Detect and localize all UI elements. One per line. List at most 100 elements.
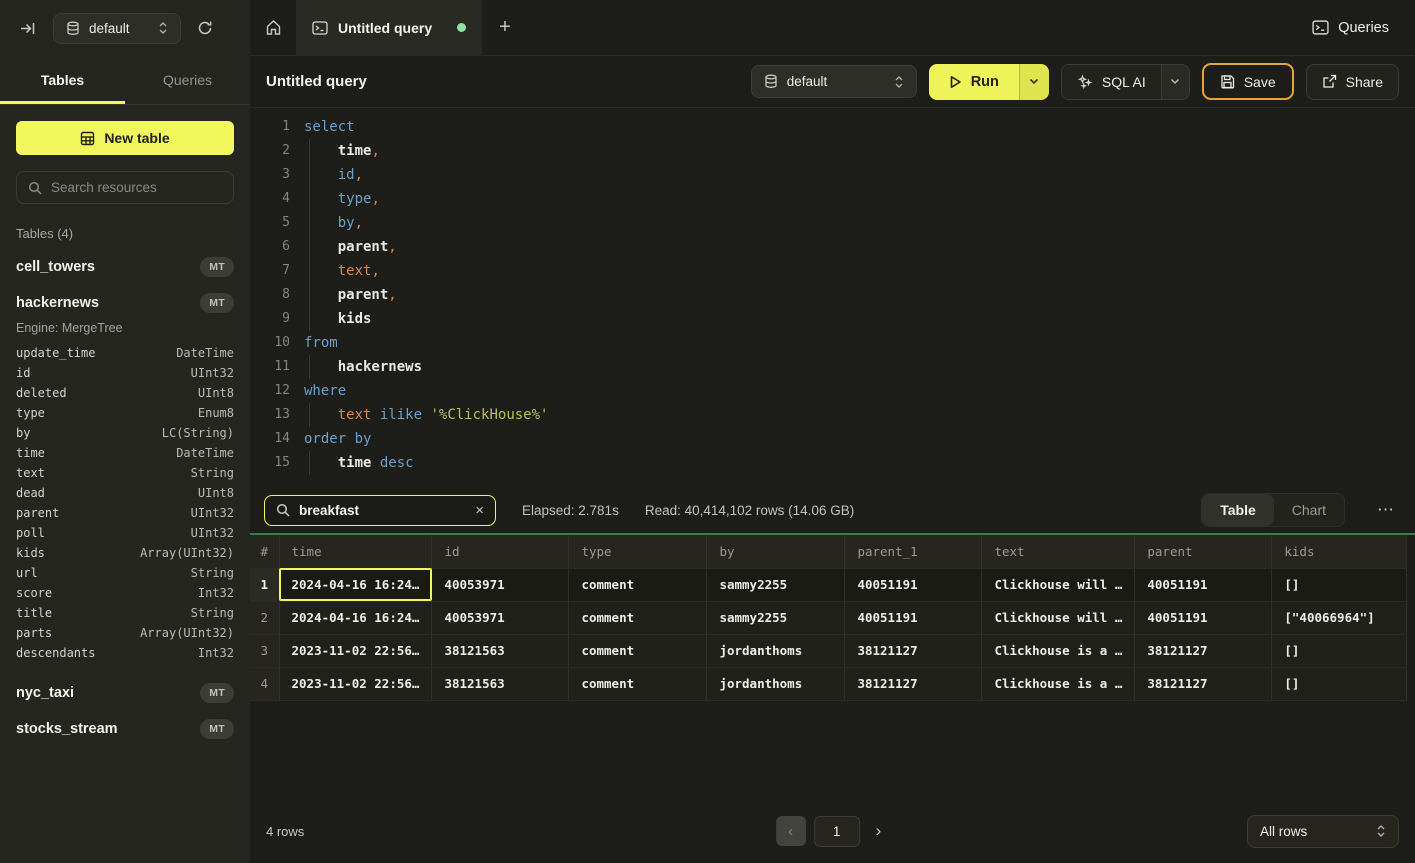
table-cell[interactable]: 40051191 [1135,568,1272,601]
table-cell[interactable]: Clickhouse will … [982,568,1135,601]
new-tab-button[interactable]: + [482,0,528,55]
column-row[interactable]: byLC(String) [16,423,234,443]
column-header-type[interactable]: type [569,535,707,568]
table-cell[interactable]: 2024-04-16 16:24… [279,601,432,634]
code-line[interactable]: 13 text ilike '%ClickHouse%' [250,403,1415,427]
table-cell[interactable]: 38121127 [1135,634,1272,667]
sidebar-tab-tables[interactable]: Tables [0,56,125,104]
column-row[interactable]: parentUInt32 [16,503,234,523]
table-cell[interactable]: jordanthoms [707,667,845,700]
column-header-time[interactable]: time [279,535,432,568]
clear-filter-icon[interactable]: × [475,503,484,518]
run-button[interactable]: Run [929,64,1019,100]
code-line[interactable]: 9 kids [250,307,1415,331]
column-header-parent[interactable]: parent [1135,535,1272,568]
sidebar-tab-queries[interactable]: Queries [125,56,250,104]
sidebar-table-stocks-stream[interactable]: stocks_stream MT [16,719,234,739]
results-filter-input[interactable] [299,503,466,518]
view-toggle-table[interactable]: Table [1202,494,1274,526]
table-cell[interactable]: 2023-11-02 22:56… [279,667,432,700]
code-line[interactable]: 12where [250,379,1415,403]
column-row[interactable]: urlString [16,563,234,583]
sidebar-table-hackernews[interactable]: hackernews MT [16,293,234,313]
code-line[interactable]: 10from [250,331,1415,355]
table-cell[interactable]: 38121127 [845,667,982,700]
sqlai-options-button[interactable] [1161,65,1189,99]
sql-editor[interactable]: 1select2 time,3 id,4 type,5 by,6 parent,… [250,108,1415,487]
run-options-button[interactable] [1019,64,1049,100]
share-button[interactable]: Share [1306,64,1399,100]
column-header-kids[interactable]: kids [1272,535,1407,568]
more-options-icon[interactable]: ⋯ [1371,496,1401,524]
table-cell[interactable]: jordanthoms [707,634,845,667]
code-line[interactable]: 2 time, [250,139,1415,163]
table-cell[interactable]: 40051191 [1135,601,1272,634]
table-cell[interactable]: comment [569,568,707,601]
table-cell[interactable]: 38121563 [432,667,569,700]
queries-button[interactable]: Queries [1286,0,1415,55]
table-cell[interactable]: 40053971 [432,601,569,634]
prev-page-icon[interactable]: ‹ [776,816,806,846]
column-row[interactable]: scoreInt32 [16,583,234,603]
home-button[interactable] [250,0,296,55]
table-cell[interactable]: 2024-04-16 16:24… [279,568,432,601]
sqlai-button[interactable]: SQL AI [1062,65,1161,99]
column-row[interactable]: idUInt32 [16,363,234,383]
table-cell[interactable]: 38121127 [845,634,982,667]
column-header-id[interactable]: id [432,535,569,568]
view-toggle-chart[interactable]: Chart [1274,494,1344,526]
column-header-parent_1[interactable]: parent_1 [845,535,982,568]
code-line[interactable]: 6 parent, [250,235,1415,259]
column-row[interactable]: partsArray(UInt32) [16,623,234,643]
code-line[interactable]: 1select [250,115,1415,139]
sidebar-table-cell-towers[interactable]: cell_towers MT [16,257,234,277]
row-number-cell[interactable]: 3 [250,634,279,667]
refresh-icon[interactable] [191,14,219,42]
table-cell[interactable]: 40051191 [845,601,982,634]
code-line[interactable]: 3 id, [250,163,1415,187]
table-cell[interactable]: 2023-11-02 22:56… [279,634,432,667]
column-header-by[interactable]: by [707,535,845,568]
column-row[interactable]: update_timeDateTime [16,343,234,363]
table-cell[interactable]: [] [1272,634,1407,667]
page-size-select[interactable]: All rows [1247,815,1399,848]
column-row[interactable]: kidsArray(UInt32) [16,543,234,563]
code-line[interactable]: 5 by, [250,211,1415,235]
sidebar-search[interactable] [16,171,234,204]
results-filter[interactable]: × [264,495,496,526]
table-cell[interactable]: 40051191 [845,568,982,601]
table-cell[interactable]: [] [1272,667,1407,700]
table-cell[interactable]: sammy2255 [707,568,845,601]
code-line[interactable]: 4 type, [250,187,1415,211]
column-row[interactable]: pollUInt32 [16,523,234,543]
code-line[interactable]: 15 time desc [250,451,1415,475]
column-row[interactable]: typeEnum8 [16,403,234,423]
table-cell[interactable]: sammy2255 [707,601,845,634]
row-number-cell[interactable]: 1 [250,568,279,601]
table-cell[interactable]: [] [1272,568,1407,601]
table-cell[interactable]: Clickhouse will … [982,601,1135,634]
column-row[interactable]: deletedUInt8 [16,383,234,403]
table-cell[interactable]: comment [569,667,707,700]
code-line[interactable]: 7 text, [250,259,1415,283]
column-row[interactable]: deadUInt8 [16,483,234,503]
table-cell[interactable]: 38121563 [432,634,569,667]
topbar-database-select[interactable]: default [53,13,181,44]
column-row[interactable]: textString [16,463,234,483]
code-line[interactable]: 11 hackernews [250,355,1415,379]
code-line[interactable]: 14order by [250,427,1415,451]
column-row[interactable]: descendantsInt32 [16,643,234,663]
next-page-icon[interactable]: › [868,817,890,845]
code-line[interactable]: 8 parent, [250,283,1415,307]
table-cell[interactable]: 38121127 [1135,667,1272,700]
collapse-sidebar-icon[interactable] [14,14,43,43]
sidebar-search-input[interactable] [51,180,222,195]
table-cell[interactable]: comment [569,634,707,667]
column-row[interactable]: timeDateTime [16,443,234,463]
table-cell[interactable]: Clickhouse is a … [982,667,1135,700]
sidebar-table-nyc-taxi[interactable]: nyc_taxi MT [16,683,234,703]
row-number-header[interactable]: # [250,535,279,568]
table-cell[interactable]: Clickhouse is a … [982,634,1135,667]
row-number-cell[interactable]: 2 [250,601,279,634]
toolbar-database-select[interactable]: default [751,65,917,98]
